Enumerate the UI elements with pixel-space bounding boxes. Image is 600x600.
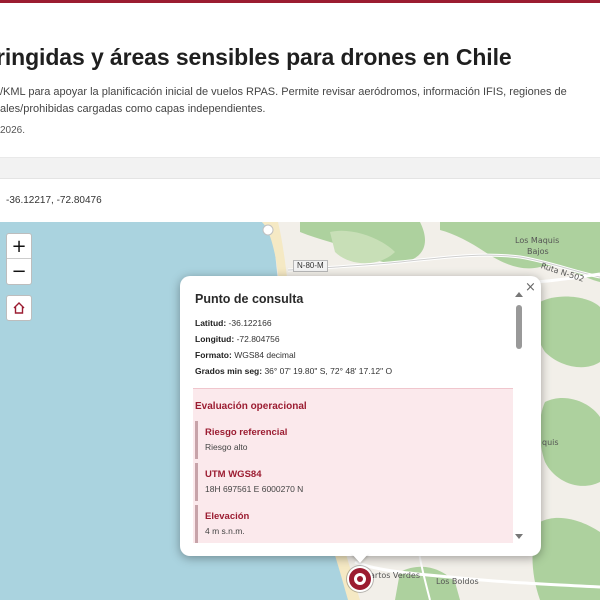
- zoom-control: + −: [6, 233, 32, 285]
- map-label-los-maquis: Los Maquis: [515, 236, 560, 245]
- elevation-card: Elevación 4 m s.n.m.: [195, 505, 507, 543]
- popup-close-button[interactable]: ×: [525, 280, 536, 295]
- marker-ring: [349, 568, 371, 590]
- map-label-quis: quis: [542, 438, 559, 447]
- risk-card-value: Riesgo alto: [205, 442, 248, 452]
- latitude-value: -36.122166: [228, 318, 272, 328]
- zoom-out-button[interactable]: −: [7, 259, 31, 284]
- map-label-cuartos-verdes: artos Verdes: [370, 571, 421, 580]
- utm-card-value: 18H 697561 E 6000270 N: [205, 484, 304, 494]
- dms-line: Grados min seg: 36° 07' 19.80" S, 72° 48…: [195, 366, 392, 376]
- location-marker-icon[interactable]: [347, 566, 373, 592]
- latitude-line: Latitud: -36.122166: [195, 318, 272, 328]
- longitude-value: -72.804756: [236, 334, 280, 344]
- map-label-los-boldos: Los Boldos: [436, 577, 479, 586]
- page-description-line1: /KML para apoyar la planificación inicia…: [0, 86, 567, 98]
- popup-title: Punto de consulta: [195, 292, 304, 306]
- marker-dot: [357, 576, 363, 582]
- marker-inner: [354, 573, 366, 585]
- risk-card: Riesgo referencial Riesgo alto: [195, 421, 507, 459]
- home-icon: [13, 302, 25, 314]
- dms-value: 36° 07' 19.80" S, 72° 48' 17.12" O: [264, 366, 393, 376]
- page-date: 2026.: [0, 125, 26, 136]
- scrollbar-thumb[interactable]: [516, 305, 522, 349]
- popup-tip: [351, 553, 369, 563]
- scroll-down-arrow-icon[interactable]: [515, 534, 523, 539]
- format-line: Formato: WGS84 decimal: [195, 350, 296, 360]
- top-accent-bar: [0, 0, 600, 3]
- latitude-label: Latitud:: [195, 318, 227, 328]
- elevation-card-label: Elevación: [205, 511, 250, 522]
- operational-evaluation-title: Evaluación operacional: [195, 401, 307, 412]
- format-value: WGS84 decimal: [234, 350, 296, 360]
- dms-label: Grados min seg:: [195, 366, 263, 376]
- home-button[interactable]: [6, 295, 32, 321]
- utm-card: UTM WGS84 18H 697561 E 6000270 N: [195, 463, 507, 501]
- scroll-up-arrow-icon[interactable]: [515, 292, 523, 297]
- format-label: Formato:: [195, 350, 232, 360]
- coordinates-readout: -36.12217, -72.80476: [6, 195, 102, 206]
- page-title: ringidas y áreas sensibles para drones e…: [0, 44, 512, 70]
- zoom-in-button[interactable]: +: [7, 234, 31, 259]
- longitude-line: Longitud: -72.804756: [195, 334, 280, 344]
- road-badge-n80m: N-80-M: [293, 260, 328, 272]
- longitude-label: Longitud:: [195, 334, 235, 344]
- map-label-bajos: Bajos: [527, 247, 549, 256]
- page-description: /KML para apoyar la planificación inicia…: [0, 84, 600, 118]
- toolbar-band: [0, 157, 600, 179]
- elevation-card-value: 4 m s.n.m.: [205, 526, 245, 536]
- page-description-line2: ales/prohibidas cargadas como capas inde…: [0, 103, 266, 115]
- utm-card-label: UTM WGS84: [205, 469, 262, 480]
- risk-card-label: Riesgo referencial: [205, 427, 288, 438]
